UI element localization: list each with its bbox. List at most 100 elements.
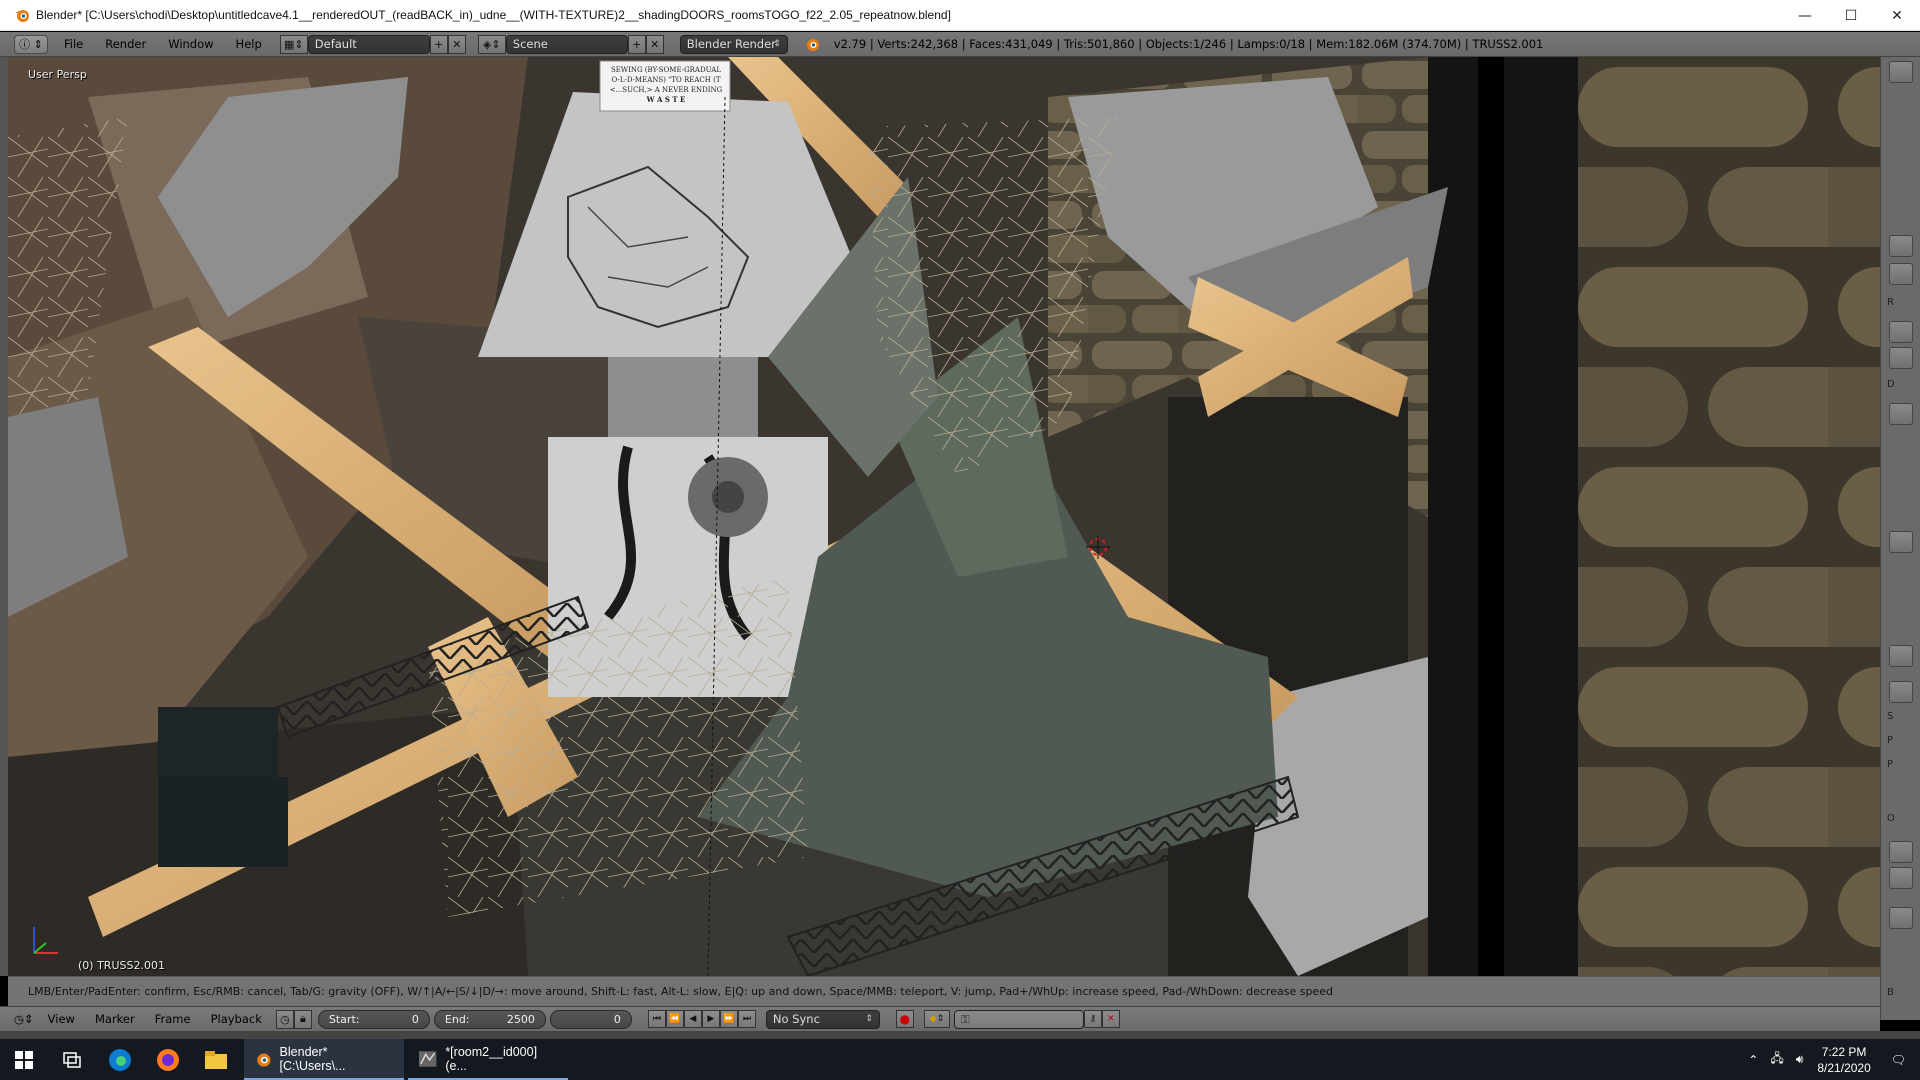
- play-reverse-icon[interactable]: ◀: [683, 1010, 702, 1028]
- keying-set-field[interactable]: ⚿: [953, 1009, 1084, 1029]
- sign-line-3: <...SUCH,> A NEVER ENDING: [609, 86, 723, 94]
- add-layout-icon[interactable]: +: [429, 34, 448, 54]
- jump-keyframe-forward-icon[interactable]: ⏩: [719, 1010, 738, 1028]
- folder-icon[interactable]: [1889, 841, 1913, 863]
- view-mode-label: User Persp: [28, 68, 87, 81]
- end-frame-field[interactable]: End: 2500: [433, 1009, 546, 1029]
- walk-navigation-help: LMB/Enter/PadEnter: confirm, Esc/RMB: ca…: [8, 976, 1880, 1006]
- windows-start-icon[interactable]: [0, 1039, 48, 1080]
- maximize-button[interactable]: ☐: [1828, 0, 1874, 31]
- collapse-icon[interactable]: [1889, 645, 1913, 667]
- panel-marker-p1[interactable]: P: [1887, 735, 1917, 746]
- viewport-scene: [8, 57, 1880, 976]
- sign-line-4: W A S T E: [646, 95, 686, 104]
- taskbar-app-blender[interactable]: Blender* [C:\Users\...: [244, 1039, 404, 1080]
- blender-logo-icon: [806, 39, 819, 51]
- material-icon[interactable]: [1889, 907, 1913, 929]
- blender-logo-icon: [257, 1053, 271, 1067]
- preview-range-icon[interactable]: ◷: [275, 1009, 294, 1029]
- record-icon[interactable]: ●: [895, 1010, 914, 1028]
- notifications-icon[interactable]: 🗨︎: [1891, 1053, 1906, 1067]
- file-explorer-icon[interactable]: [192, 1039, 240, 1080]
- panel-marker-o[interactable]: O: [1887, 813, 1917, 824]
- volume-icon[interactable]: 🔊︎: [1796, 1052, 1804, 1067]
- panel-marker-s[interactable]: S: [1887, 711, 1917, 722]
- scroll-up-icon[interactable]: [1889, 531, 1913, 553]
- sign-text: SEWING (BY-SOME-GRADUAL O-L-D-MEANS) "TO…: [602, 65, 730, 105]
- jump-keyframe-back-icon[interactable]: ⏪: [665, 1010, 684, 1028]
- transform-icon[interactable]: [1889, 403, 1913, 425]
- editor-type-button[interactable]: ⓘ ⇕: [14, 34, 48, 54]
- edge-browser-icon[interactable]: [96, 1039, 144, 1080]
- render-engine-dropdown[interactable]: Blender Render ⇕: [679, 34, 788, 54]
- current-frame-field[interactable]: 0: [549, 1009, 632, 1029]
- window-title: Blender* [C:\Users\chodi\Desktop\untitle…: [36, 8, 951, 22]
- layout-dropdown[interactable]: Default: [307, 34, 430, 54]
- panel-marker-p2[interactable]: P: [1887, 759, 1917, 770]
- jump-end-icon[interactable]: ⏭: [737, 1010, 756, 1028]
- layout-dropdown-value: Default: [314, 37, 357, 51]
- sign-line-2: O-L-D-MEANS) "TO REACH (T: [611, 76, 721, 84]
- render-props-icon[interactable]: [1889, 235, 1913, 257]
- taskbar-clock[interactable]: 7:22 PM 8/21/2020: [1817, 1044, 1870, 1076]
- current-frame-value: 0: [613, 1012, 621, 1026]
- scene-stats: v2.79 | Verts:242,368 | Faces:431,049 | …: [833, 37, 1544, 51]
- close-button[interactable]: ✕: [1874, 0, 1920, 31]
- jump-start-icon[interactable]: ⏮: [647, 1010, 666, 1028]
- layers-icon[interactable]: [1889, 321, 1913, 343]
- game-app-icon: [418, 1050, 437, 1067]
- end-frame-value: 2500: [506, 1012, 535, 1026]
- menu-file[interactable]: File: [58, 37, 89, 51]
- screen-layout-icon[interactable]: ▦⇕: [279, 34, 308, 54]
- delete-layout-icon[interactable]: ✕: [447, 34, 466, 54]
- clock-date: 8/21/2020: [1817, 1060, 1871, 1075]
- chevron-updown-icon: ⇕: [773, 38, 781, 49]
- scene-dropdown-value: Scene: [512, 37, 548, 51]
- sync-value: No Sync: [772, 1012, 820, 1026]
- scene-props-icon[interactable]: [1889, 263, 1913, 285]
- timeline-menu-frame[interactable]: Frame: [149, 1012, 197, 1026]
- add-scene-icon[interactable]: +: [627, 34, 646, 54]
- timeline-area[interactable]: [0, 1031, 1920, 1039]
- info-header: ⓘ ⇕ File Render Window Help ▦⇕ Default +…: [0, 32, 1920, 57]
- task-view-icon[interactable]: [48, 1039, 96, 1080]
- timeline-menu-playback[interactable]: Playback: [205, 1012, 268, 1026]
- panel-marker-r[interactable]: R: [1887, 297, 1917, 308]
- render-engine-value: Blender Render: [686, 37, 776, 51]
- timeline-menu-view[interactable]: View: [42, 1012, 81, 1026]
- menu-help[interactable]: Help: [230, 37, 268, 51]
- start-frame-value: 0: [411, 1012, 419, 1026]
- delete-keyframe-icon[interactable]: ✕: [1101, 1010, 1120, 1028]
- timeline-editor-button[interactable]: ◷⇕: [14, 1012, 34, 1026]
- insert-keyframe-icon[interactable]: ⚷: [1083, 1010, 1102, 1028]
- end-frame-label: End:: [444, 1012, 470, 1026]
- firefox-icon[interactable]: [144, 1039, 192, 1080]
- check-icon[interactable]: [1889, 867, 1913, 889]
- sync-dropdown[interactable]: No Sync ⇕: [765, 1009, 880, 1029]
- properties-editor-icon[interactable]: [1889, 61, 1913, 83]
- panel-marker-d[interactable]: D: [1887, 379, 1917, 390]
- timeline-menu-marker[interactable]: Marker: [89, 1012, 141, 1026]
- network-icon[interactable]: 🖧︎: [1770, 1049, 1783, 1070]
- scene-icon[interactable]: ◈⇕: [477, 34, 506, 54]
- taskbar-app-room2[interactable]: *[room2__id000] (e...: [408, 1039, 568, 1080]
- keying-set-icon[interactable]: ◆ ⇕: [923, 1010, 950, 1028]
- modifier-icon[interactable]: [1889, 681, 1913, 703]
- clock-icon: ◷⇕: [14, 1012, 34, 1026]
- delete-scene-icon[interactable]: ✕: [645, 34, 664, 54]
- play-icon[interactable]: ▶: [701, 1010, 720, 1028]
- object-props-icon[interactable]: [1889, 347, 1913, 369]
- chevron-updown-icon: ⇕: [865, 1013, 873, 1024]
- menu-window[interactable]: Window: [162, 37, 219, 51]
- 3d-viewport[interactable]: SEWING (BY-SOME-GRADUAL O-L-D-MEANS) "TO…: [8, 57, 1880, 976]
- windows-taskbar: Blender* [C:\Users\... *[room2__id000] (…: [0, 1039, 1920, 1080]
- scene-dropdown[interactable]: Scene: [505, 34, 628, 54]
- lock-icon[interactable]: 🔒︎: [293, 1009, 312, 1029]
- timeline-header: ◷⇕ View Marker Frame Playback ◷ 🔒︎ Start…: [0, 1006, 1880, 1031]
- start-frame-field[interactable]: Start: 0: [317, 1009, 430, 1029]
- chevron-up-icon[interactable]: ⌃: [1748, 1053, 1758, 1067]
- menu-render[interactable]: Render: [99, 37, 152, 51]
- blender-logo-icon: [15, 10, 29, 22]
- panel-marker-b[interactable]: B: [1887, 987, 1917, 998]
- minimize-button[interactable]: —: [1782, 0, 1828, 31]
